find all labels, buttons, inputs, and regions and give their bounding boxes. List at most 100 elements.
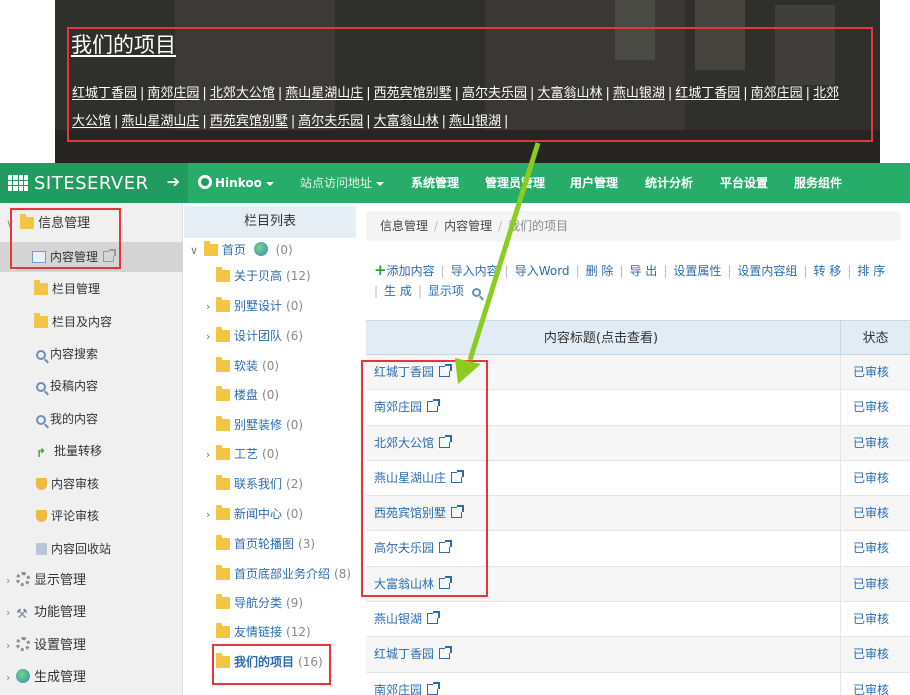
row-title-link[interactable]: 北郊大公馆 [374,426,453,461]
sidebar-group-display[interactable]: › 显示管理 [0,566,183,596]
hero-link[interactable]: 南郊庄园 [751,86,803,101]
hero-link[interactable]: 大富翁山林 [537,86,602,101]
external-link-icon[interactable] [439,364,453,377]
brand-logo[interactable]: SITESERVER ➔ [0,163,188,203]
external-link-icon[interactable] [427,681,441,695]
sidebar-item-batch-move[interactable]: ↱ 批量转移 [0,436,183,466]
move-button[interactable]: 转 移 [813,264,841,278]
row-title-link[interactable]: 南郊庄园 [374,390,441,425]
sidebar-item-recycle-bin[interactable]: 内容回收站 [0,534,183,564]
hero-link[interactable]: 燕山银湖 [449,114,501,129]
row-title[interactable]: 红城丁香园 [374,647,434,661]
external-link-icon[interactable] [451,469,465,483]
sidebar-item-comment-review[interactable]: 评论审核 [0,501,183,531]
row-title[interactable]: 北郊大公馆 [374,436,434,450]
sidebar-group-generate[interactable]: › 生成管理 [0,663,183,693]
chevron-right-icon[interactable]: › [206,324,216,350]
sidebar-item-submissions[interactable]: 投稿内容 [0,371,183,401]
row-title-link[interactable]: 高尔夫乐园 [374,531,453,566]
row-title-link[interactable]: 燕山银湖 [374,602,441,637]
export-button[interactable]: 导 出 [629,264,657,278]
nav-admin[interactable]: 管理员管理 [485,163,545,203]
hero-link[interactable]: 燕山银湖 [613,86,665,101]
row-title-link[interactable]: 燕山星湖山庄 [374,461,465,496]
row-title[interactable]: 红城丁香园 [374,365,434,379]
row-title-link[interactable]: 西苑宾馆别墅 [374,496,465,531]
external-link-icon[interactable] [439,646,453,660]
breadcrumb-item[interactable]: 信息管理 [380,219,428,233]
add-content-button[interactable]: 添加内容 [387,264,435,278]
row-title[interactable]: 高尔夫乐园 [374,541,434,555]
hero-link[interactable]: 西苑宾馆别墅 [210,114,288,129]
hero-link[interactable]: 高尔夫乐园 [462,86,527,101]
tree-node[interactable]: 关于贝高 (12) [206,263,311,289]
tree-node[interactable]: 联系我们 (2) [206,471,303,497]
set-attributes-button[interactable]: 设置属性 [673,264,721,278]
external-link-icon[interactable] [451,505,465,519]
display-items-button[interactable]: 显示项 [428,284,464,298]
chevron-right-icon[interactable]: › [206,294,216,320]
breadcrumb-item[interactable]: 内容管理 [444,219,492,233]
row-title[interactable]: 南郊庄园 [374,683,422,695]
row-title-link[interactable]: 南郊庄园 [374,673,441,695]
external-link-icon[interactable] [427,611,441,625]
row-title-link[interactable]: 大富翁山林 [374,567,453,602]
hero-link[interactable]: 红城丁香园 [72,86,137,101]
hero-link[interactable]: 燕山星湖山庄 [285,86,363,101]
sidebar-item-my-content[interactable]: 我的内容 [0,404,183,434]
tree-node[interactable]: › 别墅设计 (0) [206,293,303,319]
sidebar-item-columns[interactable]: 栏目管理 [0,274,183,304]
hero-link[interactable]: 红城丁香园 [675,86,740,101]
tree-node[interactable]: 导航分类 (9) [206,590,303,616]
sidebar-item-content-review[interactable]: 内容审核 [0,469,183,499]
external-link-icon[interactable] [439,434,453,448]
collapse-arrow-icon[interactable]: ➔ [167,172,180,191]
tree-node[interactable]: › 设计团队 (6) [206,323,303,349]
tree-node[interactable]: 我们的项目 (16) [206,649,323,675]
row-title[interactable]: 燕山星湖山庄 [374,471,446,485]
nav-system[interactable]: 系统管理 [411,163,459,203]
sidebar-group-info[interactable]: ∨ 信息管理 [0,209,183,239]
external-link-icon[interactable] [103,249,117,262]
chevron-down-icon[interactable]: ∨ [190,238,200,264]
hero-link[interactable]: 燕山星湖山庄 [121,114,199,129]
sidebar-item-search[interactable]: 内容搜索 [0,339,183,369]
hero-link[interactable]: 大公馆 [72,114,111,129]
tree-node[interactable]: 首页轮播图 (3) [206,531,315,557]
hero-link[interactable]: 北郊 [813,86,839,101]
column-header-title[interactable]: 内容标题(点击查看) [366,321,836,356]
tree-node-home[interactable]: ∨ 首页 (0) [190,237,293,263]
external-link-icon[interactable] [439,540,453,554]
tree-node[interactable]: 软装 (0) [206,353,279,379]
nav-services[interactable]: 服务组件 [794,163,842,203]
nav-site-url[interactable]: 站点访问地址 [300,163,385,203]
tree-node[interactable]: 别墅装修 (0) [206,412,303,438]
row-title[interactable]: 西苑宾馆别墅 [374,506,446,520]
tree-node[interactable]: › 工艺 (0) [206,441,279,467]
row-title[interactable]: 大富翁山林 [374,577,434,591]
sort-button[interactable]: 排 序 [857,264,885,278]
tree-node[interactable]: 友情链接 (12) [206,619,311,645]
sidebar-item-columns-content[interactable]: 栏目及内容 [0,307,183,337]
sidebar-group-settings[interactable]: › 设置管理 [0,631,183,661]
sidebar-group-function[interactable]: › ⚒ 功能管理 [0,598,183,628]
nav-platform[interactable]: 平台设置 [720,163,768,203]
column-header-status[interactable]: 状态 [840,321,910,356]
sidebar-item-content[interactable]: 内容管理 [0,242,183,272]
import-word-button[interactable]: 导入Word [515,264,570,278]
tree-node[interactable]: 楼盘 (0) [206,382,279,408]
tree-node[interactable]: › 新闻中心 (0) [206,501,303,527]
delete-button[interactable]: 删 除 [586,264,614,278]
chevron-right-icon[interactable]: › [206,502,216,528]
hero-link[interactable]: 南郊庄园 [147,86,199,101]
row-title[interactable]: 南郊庄园 [374,400,422,414]
hero-link[interactable]: 西苑宾馆别墅 [374,86,452,101]
tree-node[interactable]: 首页底部业务介绍 (8) [206,561,351,587]
hero-link[interactable]: 北郊大公馆 [210,86,275,101]
external-link-icon[interactable] [427,399,441,413]
site-switcher[interactable]: Hinkoo [198,163,274,203]
nav-stats[interactable]: 统计分析 [645,163,693,203]
row-title-link[interactable]: 红城丁香园 [374,355,453,390]
external-link-icon[interactable] [439,575,453,589]
row-title[interactable]: 燕山银湖 [374,612,422,626]
